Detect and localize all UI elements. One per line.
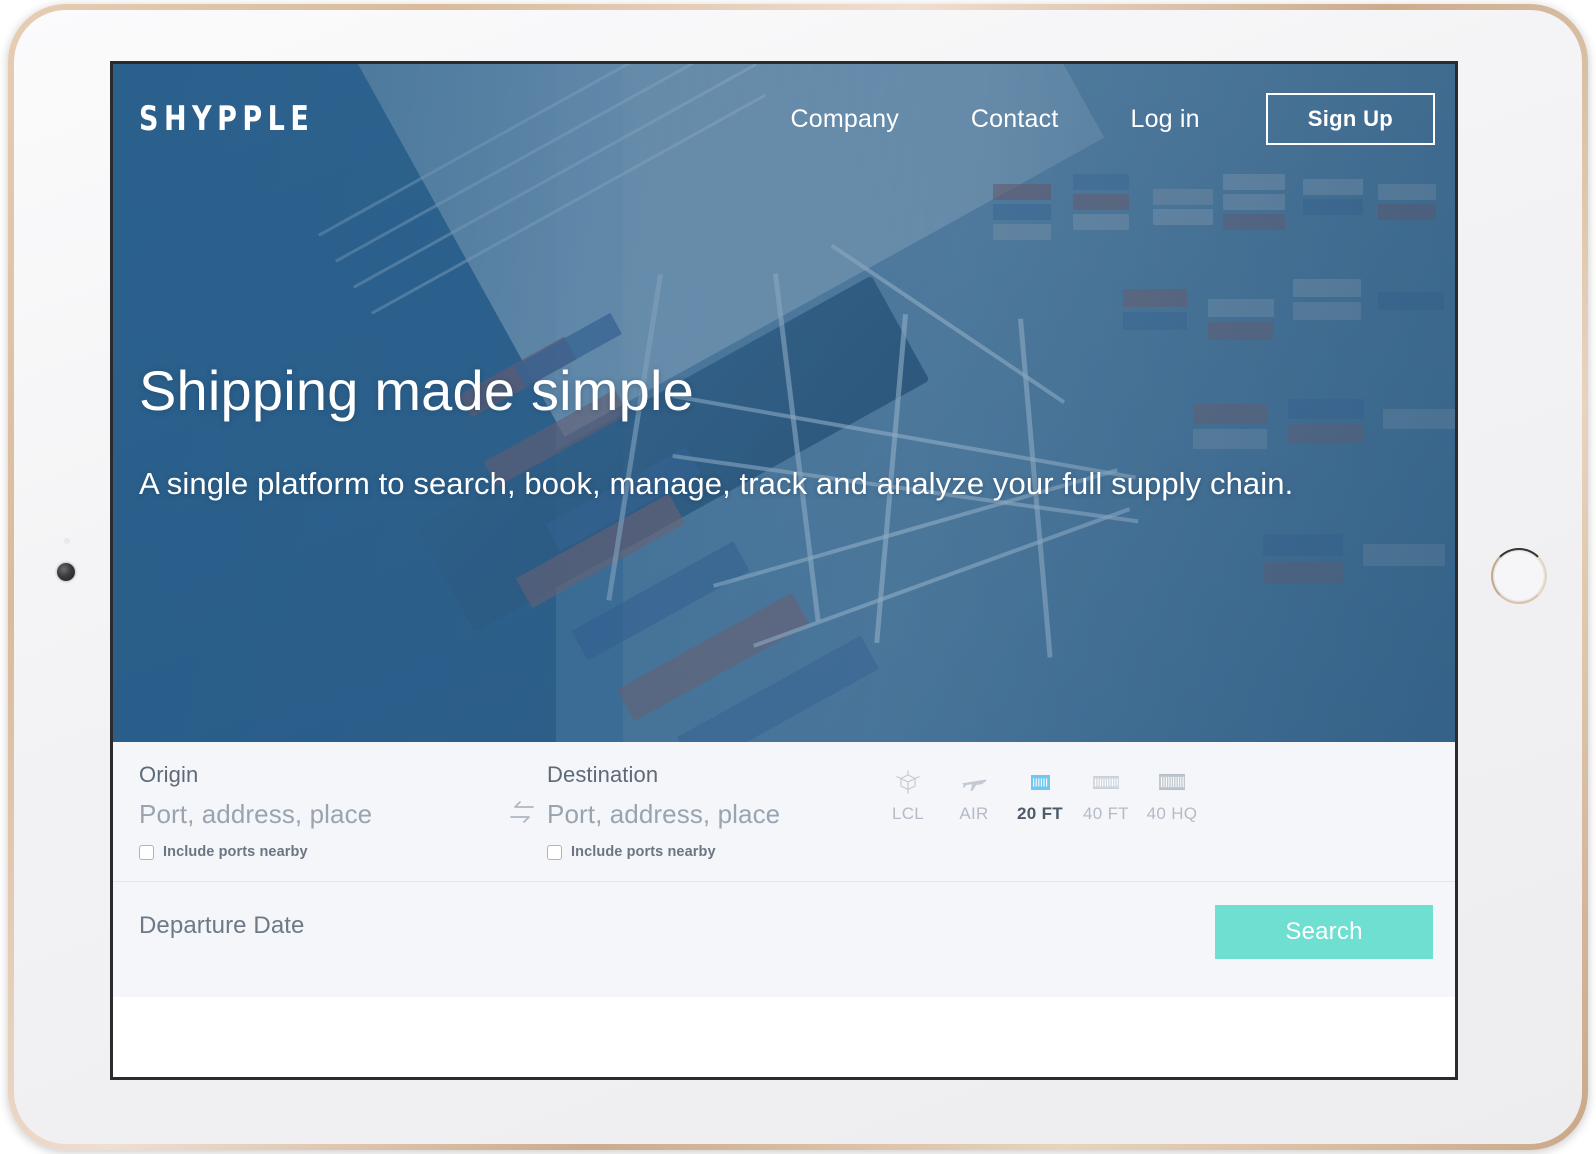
ambient-sensor-icon bbox=[64, 538, 70, 544]
home-button[interactable] bbox=[1491, 548, 1547, 604]
mode-option-40ft[interactable]: 40 FT bbox=[1073, 768, 1139, 824]
nav-link-company[interactable]: Company bbox=[755, 105, 935, 134]
origin-input[interactable]: Port, address, place bbox=[139, 799, 372, 830]
cube-outline-icon bbox=[895, 768, 921, 796]
search-button[interactable]: Search bbox=[1215, 905, 1433, 959]
mode-option-air[interactable]: AIR bbox=[941, 768, 1007, 824]
origin-input-row[interactable]: Port, address, place bbox=[139, 799, 509, 830]
airplane-icon bbox=[960, 768, 988, 796]
brand-logo[interactable]: SHYPPLE bbox=[139, 99, 314, 138]
origin-nearby-checkbox[interactable] bbox=[139, 845, 154, 860]
departure-date-input[interactable]: Departure Date bbox=[139, 912, 305, 940]
container-icon bbox=[1025, 768, 1055, 796]
front-camera-icon bbox=[57, 563, 75, 581]
tablet-screen: SHYPPLE Company Contact Log in Sign Up S… bbox=[110, 61, 1458, 1080]
origin-field-block: Origin Port, address, place Include port… bbox=[139, 742, 509, 860]
destination-input-row[interactable]: Port, address, place bbox=[509, 799, 889, 830]
mode-option-40hq[interactable]: 40 HQ bbox=[1139, 768, 1205, 824]
mode-option-20ft[interactable]: 20 FT bbox=[1007, 768, 1073, 824]
nav-links-group: Company Contact Log in Sign Up bbox=[755, 93, 1436, 145]
hero-section: SHYPPLE Company Contact Log in Sign Up S… bbox=[113, 64, 1455, 742]
mode-label-40hq: 40 HQ bbox=[1147, 804, 1198, 824]
search-row-locations: Origin Port, address, place Include port… bbox=[113, 742, 1455, 882]
container-icon bbox=[1089, 768, 1123, 796]
origin-nearby-checkbox-row[interactable]: Include ports nearby bbox=[139, 844, 509, 860]
hero-title: Shipping made simple bbox=[139, 360, 1443, 422]
nav-link-contact[interactable]: Contact bbox=[935, 105, 1095, 134]
destination-label: Destination bbox=[547, 762, 889, 788]
destination-field-block: Destination Port, address, place bbox=[509, 742, 889, 860]
tablet-device-frame: SHYPPLE Company Contact Log in Sign Up S… bbox=[8, 4, 1588, 1150]
search-panel: Origin Port, address, place Include port… bbox=[113, 742, 1455, 997]
tablet-bezel: SHYPPLE Company Contact Log in Sign Up S… bbox=[14, 10, 1582, 1144]
mode-label-40ft: 40 FT bbox=[1083, 804, 1129, 824]
hero-subtitle: A single platform to search, book, manag… bbox=[139, 466, 1443, 502]
top-navigation-bar: SHYPPLE Company Contact Log in Sign Up bbox=[113, 64, 1455, 174]
origin-nearby-label: Include ports nearby bbox=[163, 844, 308, 860]
mode-option-lcl[interactable]: LCL bbox=[875, 768, 941, 824]
hero-copy: Shipping made simple A single platform t… bbox=[139, 360, 1443, 502]
mode-label-air: AIR bbox=[959, 804, 988, 824]
destination-nearby-checkbox-row[interactable]: Include ports nearby bbox=[547, 844, 889, 860]
shipment-mode-selector: LCL AIR bbox=[875, 768, 1205, 824]
sign-up-button[interactable]: Sign Up bbox=[1266, 93, 1435, 145]
destination-nearby-checkbox[interactable] bbox=[547, 845, 562, 860]
destination-input[interactable]: Port, address, place bbox=[547, 799, 780, 830]
page-bottom-whitespace bbox=[113, 997, 1455, 1080]
nav-link-login[interactable]: Log in bbox=[1094, 105, 1235, 134]
mode-label-lcl: LCL bbox=[892, 804, 924, 824]
destination-nearby-label: Include ports nearby bbox=[571, 844, 716, 860]
origin-label: Origin bbox=[139, 762, 509, 788]
mode-label-20ft: 20 FT bbox=[1017, 804, 1063, 824]
search-row-date: Departure Date Search bbox=[113, 882, 1455, 996]
swap-arrows-icon[interactable] bbox=[507, 800, 537, 829]
container-icon bbox=[1155, 768, 1189, 796]
